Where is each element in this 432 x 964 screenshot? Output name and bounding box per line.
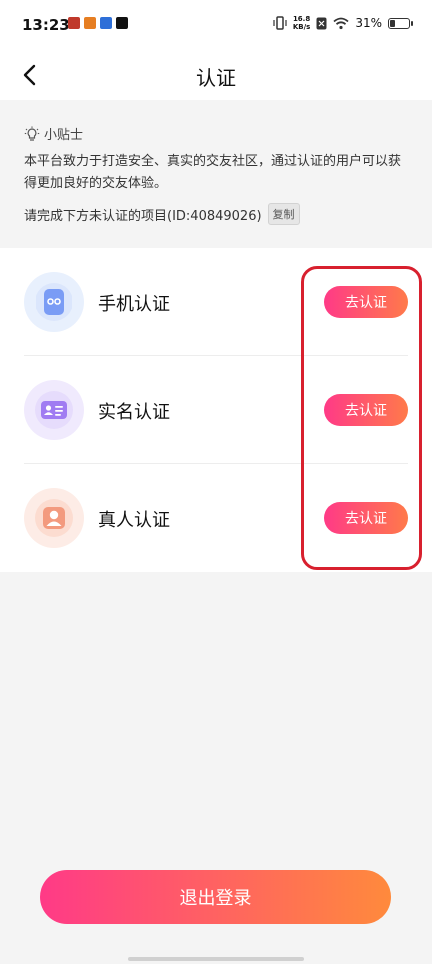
vibrate-icon bbox=[273, 16, 287, 30]
realname-verify-label: 实名认证 bbox=[98, 402, 170, 423]
highlight-annotation bbox=[301, 266, 422, 570]
wifi-icon bbox=[333, 17, 349, 29]
logout-button[interactable]: 退出登录 bbox=[40, 870, 391, 924]
news-app-icon bbox=[84, 17, 96, 29]
phone-verify-label: 手机认证 bbox=[98, 294, 170, 315]
battery-icon bbox=[388, 17, 413, 29]
gallery-app-icon bbox=[68, 17, 80, 29]
nav-bar: 认证 bbox=[0, 50, 432, 100]
home-indicator bbox=[128, 957, 304, 961]
phone-verify-icon-wrap bbox=[24, 272, 84, 332]
tips-body: 本平台致力于打造安全、真实的交友社区，通过认证的用户可以获得更加良好的交友体验。 bbox=[24, 154, 402, 191]
status-bar: 13:23 16.8 KB/s 31% bbox=[0, 0, 432, 50]
tips-heading-text: 小贴士 bbox=[44, 128, 84, 143]
network-speed: 16.8 KB/s bbox=[292, 15, 311, 31]
status-time: 13:23 bbox=[22, 16, 70, 34]
lightbulb-icon bbox=[24, 126, 40, 141]
sim-icon bbox=[316, 17, 327, 29]
id-card-icon bbox=[35, 391, 73, 429]
tips-section: 小贴士 本平台致力于打造安全、真实的交友社区，通过认证的用户可以获得更加良好的交… bbox=[0, 100, 432, 248]
tiktok-app-icon bbox=[116, 17, 128, 29]
id-prompt: 请完成下方未认证的项目(ID:40849026) bbox=[24, 208, 262, 224]
person-verify-label: 真人认证 bbox=[98, 510, 170, 531]
person-icon bbox=[35, 499, 73, 537]
realname-verify-icon-wrap bbox=[24, 380, 84, 440]
battery-percent: 31% bbox=[355, 16, 382, 30]
person-verify-icon-wrap bbox=[24, 488, 84, 548]
phone-icon bbox=[36, 283, 72, 321]
copy-id-button[interactable]: 复制 bbox=[267, 203, 300, 225]
battery-level bbox=[390, 19, 395, 27]
status-indicators: 16.8 KB/s 31% bbox=[273, 15, 413, 31]
tips-heading: 小贴士 bbox=[24, 124, 408, 143]
page-title: 认证 bbox=[196, 66, 236, 90]
browser-app-icon bbox=[100, 17, 112, 29]
id-prompt-line: 请完成下方未认证的项目(ID:40849026) 复制 bbox=[24, 203, 408, 225]
status-app-icons bbox=[68, 17, 128, 29]
